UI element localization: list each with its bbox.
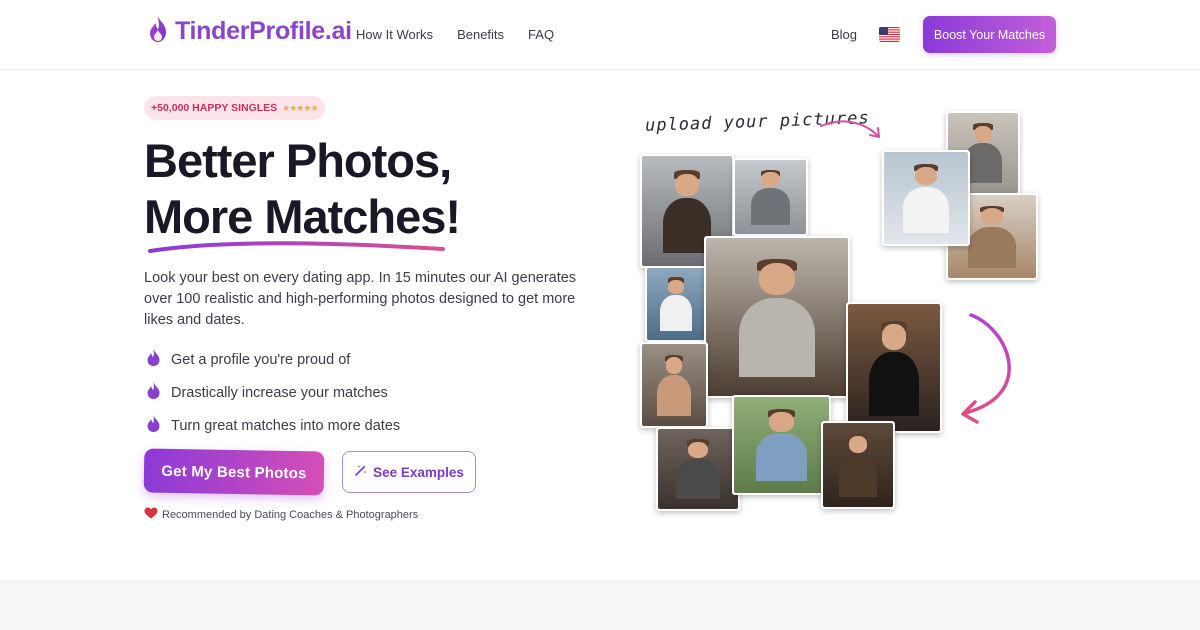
flame-bullet-icon [146, 348, 161, 371]
happy-singles-badge: +50,000 HAPPY SINGLES ★★★★★ [144, 96, 325, 120]
next-section-band [0, 580, 1200, 630]
return-arrow-icon [961, 313, 1011, 424]
see-examples-label: See Examples [373, 464, 464, 480]
nav-benefits[interactable]: Benefits [457, 27, 504, 42]
flame-logo-icon [147, 15, 169, 48]
generated-photo-featured [704, 236, 850, 398]
us-flag-icon[interactable] [879, 27, 900, 42]
uploaded-photo [882, 150, 970, 246]
benefit-item: Drastically increase your matches [146, 381, 388, 404]
generated-photo [732, 395, 831, 495]
see-examples-button[interactable]: See Examples [342, 451, 476, 493]
curved-arrow-icon [820, 120, 880, 138]
hero-description: Look your best on every dating app. In 1… [144, 270, 577, 328]
benefit-item: Get a profile you're proud of [146, 348, 350, 371]
brand-logo[interactable]: TinderProfile.ai [147, 15, 352, 48]
flame-bullet-icon [146, 381, 161, 404]
generated-photo [821, 421, 895, 509]
magic-wand-icon [354, 464, 367, 480]
recommendation-note: Recommended by Dating Coaches & Photogra… [144, 507, 418, 522]
hero-title-line2: More Matches! [144, 190, 461, 243]
recommendation-text: Recommended by Dating Coaches & Photogra… [162, 508, 419, 521]
generated-photo [640, 342, 708, 428]
nav-how-it-works[interactable]: How It Works [356, 27, 433, 42]
title-underline-icon [148, 241, 445, 253]
benefit-text: Get a profile you're proud of [171, 351, 351, 368]
generated-photo [733, 158, 808, 236]
boost-matches-button[interactable]: Boost Your Matches [923, 16, 1056, 53]
hero-title-line1: Better Photos, [144, 134, 452, 187]
get-best-photos-button[interactable]: Get My Best Photos [143, 448, 325, 496]
benefit-text: Drastically increase your matches [171, 384, 388, 401]
main-nav: How It Works Benefits FAQ [356, 27, 554, 42]
generated-photo [846, 302, 942, 433]
heart-icon [144, 507, 158, 522]
site-header: TinderProfile.ai How It Works Benefits F… [0, 0, 1200, 70]
benefit-text: Turn great matches into more dates [171, 417, 401, 434]
brand-name: TinderProfile.ai [175, 17, 352, 45]
nav-blog[interactable]: Blog [831, 27, 857, 42]
generated-photo [656, 427, 740, 511]
flame-bullet-icon [146, 414, 161, 437]
badge-text: +50,000 HAPPY SINGLES [151, 102, 278, 114]
star-rating-icon: ★★★★★ [282, 102, 318, 113]
benefit-item: Turn great matches into more dates [146, 414, 400, 437]
generated-photo [645, 266, 707, 342]
nav-faq[interactable]: FAQ [528, 27, 554, 42]
